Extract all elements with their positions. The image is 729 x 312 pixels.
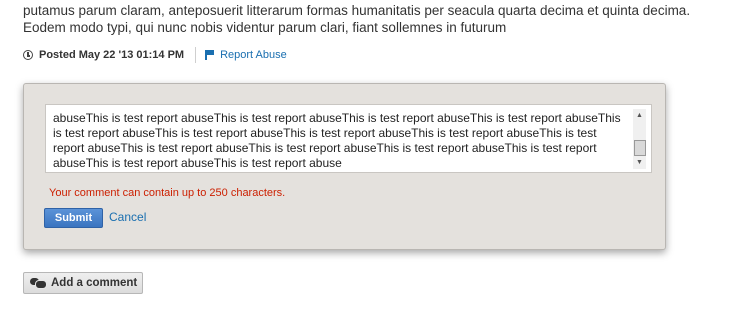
comment-text-line-1: putamus parum claram, anteposuerit litte… — [23, 3, 691, 18]
clock-icon — [23, 50, 33, 60]
comment-meta: Posted May 22 '13 01:14 PM Report Abuse — [23, 47, 287, 63]
meta-divider — [195, 47, 197, 63]
cancel-link[interactable]: Cancel — [109, 210, 146, 224]
chat-bubbles-icon — [30, 277, 47, 289]
report-abuse-link[interactable]: Report Abuse — [220, 49, 287, 61]
add-comment-label: Add a comment — [51, 277, 138, 289]
scroll-up-arrow-icon[interactable]: ▲ — [633, 109, 646, 122]
posted-timestamp: Posted May 22 '13 01:14 PM — [39, 49, 185, 61]
flag-icon[interactable] — [205, 50, 214, 60]
report-textarea[interactable]: abuseThis is test report abuseThis is te… — [53, 111, 623, 171]
scroll-thumb[interactable] — [634, 140, 646, 156]
add-comment-button[interactable]: Add a comment — [23, 272, 143, 294]
comment-text-line-2: Eodem modo typi, qui nunc nobis videntur… — [23, 20, 507, 35]
character-limit-hint: Your comment can contain up to 250 chara… — [49, 187, 286, 199]
textarea-scrollbar[interactable]: ▲ ▼ — [633, 109, 646, 169]
report-abuse-panel: abuseThis is test report abuseThis is te… — [23, 83, 666, 250]
report-textarea-box[interactable]: abuseThis is test report abuseThis is te… — [45, 104, 652, 173]
comment-body: putamus parum claram, anteposuerit litte… — [23, 2, 713, 36]
page: putamus parum claram, anteposuerit litte… — [0, 0, 729, 312]
submit-button[interactable]: Submit — [44, 208, 103, 228]
scroll-down-arrow-icon[interactable]: ▼ — [633, 156, 646, 169]
